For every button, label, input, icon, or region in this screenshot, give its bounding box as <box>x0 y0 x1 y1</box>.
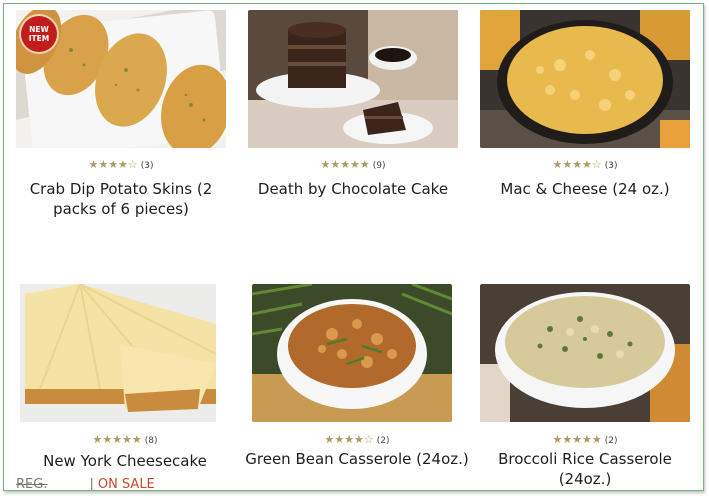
product-name[interactable]: Crab Dip Potato Skins (2 packs of 6 piec… <box>6 179 236 217</box>
product-name[interactable]: Broccoli Rice Casserole (24oz.) <box>470 449 700 489</box>
product-image[interactable] <box>480 10 690 148</box>
product-image[interactable] <box>252 284 452 422</box>
product-image[interactable] <box>20 284 216 422</box>
product-image[interactable]: NEW ITEM <box>16 10 226 148</box>
product-image[interactable] <box>248 10 458 148</box>
product-rating: ★★★★☆ (3) <box>480 158 690 171</box>
price-row: REG. | ON SALE <box>16 477 155 491</box>
star-rating-icon: ★★★★☆ <box>552 158 602 171</box>
product-name[interactable]: Green Bean Casserole (24oz.) <box>242 449 472 469</box>
star-rating-icon: ★★★★★ <box>552 433 602 446</box>
star-rating-icon: ★★★★☆ <box>88 158 138 171</box>
on-sale-label: ON SALE <box>97 477 155 491</box>
review-count: (2) <box>376 436 390 446</box>
product-rating: ★★★★☆ (2) <box>252 433 462 446</box>
star-rating-icon: ★★★★★ <box>320 158 370 171</box>
review-count: (2) <box>604 436 618 446</box>
regular-price-label: REG. <box>16 477 48 491</box>
product-name[interactable]: New York Cheesecake <box>10 451 240 468</box>
cheesecake-image <box>20 284 216 422</box>
new-item-badge: NEW ITEM <box>21 16 57 52</box>
review-count: (9) <box>372 161 386 171</box>
product-image[interactable] <box>480 284 690 422</box>
product-rating: ★★★★☆ (3) <box>16 158 226 171</box>
star-rating-icon: ★★★★☆ <box>324 433 374 446</box>
green-bean-casserole-image <box>252 284 452 422</box>
broccoli-rice-casserole-image <box>480 284 690 422</box>
review-count: (3) <box>604 161 618 171</box>
product-rating: ★★★★★ (9) <box>248 158 458 171</box>
review-count: (8) <box>144 436 158 446</box>
price-separator: | <box>89 477 94 491</box>
product-rating: ★★★★★ (2) <box>480 433 690 446</box>
product-name[interactable]: Death by Chocolate Cake <box>238 179 468 201</box>
product-grid: NEW ITEM ★★★★☆ (3) Crab Dip Potato Skins … <box>3 3 704 491</box>
product-name[interactable]: Mac & Cheese (24 oz.) <box>470 179 700 201</box>
mac-and-cheese-image <box>480 10 690 148</box>
review-count: (3) <box>140 161 154 171</box>
product-rating: ★★★★★ (8) <box>20 433 230 446</box>
star-rating-icon: ★★★★★ <box>92 433 142 446</box>
chocolate-cake-image <box>248 10 458 148</box>
